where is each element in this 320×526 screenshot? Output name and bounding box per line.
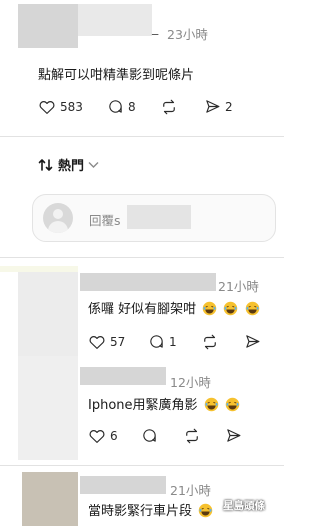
comment-icon: [143, 429, 156, 442]
repost-icon: [204, 334, 216, 350]
divider: [0, 257, 284, 258]
like-button[interactable]: 583: [38, 98, 83, 116]
share-icon: [227, 429, 241, 442]
chevron-down-icon: [88, 161, 99, 168]
divider: [0, 465, 284, 466]
avatar[interactable]: [18, 4, 78, 48]
heart-icon: [39, 101, 55, 114]
repost-icon: [163, 99, 175, 115]
username-fragment[interactable]: _: [152, 20, 158, 35]
like-button[interactable]: 6: [88, 427, 118, 445]
username-blur: [80, 476, 166, 494]
reply-box[interactable]: 回覆s: [32, 194, 276, 242]
comment-time: 21小時: [218, 279, 259, 294]
laughing-emoji-icon: [198, 503, 213, 518]
comment-text-content: 當時影緊行車片段: [88, 504, 193, 519]
comment-icon: [150, 335, 163, 348]
sort-dropdown[interactable]: 熱門: [38, 155, 99, 174]
comment-button[interactable]: 8: [107, 98, 136, 115]
username-blur: [80, 367, 166, 385]
like-button[interactable]: 57: [88, 333, 125, 351]
share-icon: [206, 100, 220, 113]
watermark: 星島頭條: [223, 500, 265, 512]
post-text: 點解可以咁精準影到呢條片: [38, 68, 195, 83]
repost-button[interactable]: [183, 427, 201, 445]
like-count: 57: [110, 335, 126, 349]
heart-icon: [89, 430, 105, 443]
share-button[interactable]: [225, 427, 242, 444]
comment-avatar[interactable]: [18, 266, 78, 356]
laughing-emoji-icon: [245, 301, 259, 316]
heart-icon: [89, 336, 105, 349]
like-count: 6: [110, 429, 118, 443]
reply-placeholder: 回覆s: [89, 213, 121, 228]
comment-count: 1: [169, 334, 177, 349]
avatar-placeholder-icon: [43, 203, 73, 233]
post-time: 23小時: [167, 27, 208, 42]
reply-name-blur: [127, 205, 191, 229]
divider: [0, 136, 284, 137]
comment-time: 21小時: [170, 483, 211, 498]
comment-text: 係囉 好似有腳架咁: [88, 298, 260, 317]
comment-text: Iphone用緊廣角影: [88, 394, 240, 413]
share-count: 2: [225, 99, 233, 114]
share-icon: [246, 335, 260, 348]
comment-text-content: Iphone用緊廣角影: [88, 398, 198, 413]
comment-avatar[interactable]: [22, 472, 78, 526]
sort-icon: [38, 158, 53, 171]
comment-time: 12小時: [170, 375, 211, 390]
comment-text-content: 係囉 好似有腳架咁: [88, 302, 197, 317]
comment-count: 8: [128, 99, 136, 114]
comment-button[interactable]: [141, 427, 158, 444]
laughing-emoji-icon: [203, 301, 217, 316]
repost-button[interactable]: [201, 333, 219, 351]
thread-line: [18, 356, 78, 460]
comment-text: 當時影緊行車片段: [88, 500, 213, 519]
comment-icon: [109, 100, 122, 113]
comment-button[interactable]: 1: [148, 333, 177, 350]
repost-icon: [186, 428, 198, 444]
sort-label: 熱門: [58, 159, 85, 174]
share-button[interactable]: 2: [204, 98, 233, 115]
thread-line: [0, 266, 78, 272]
share-button[interactable]: [244, 333, 261, 350]
username-blur: [78, 4, 152, 36]
laughing-emoji-icon: [225, 397, 240, 412]
username-blur: [80, 273, 216, 291]
repost-button[interactable]: [160, 98, 178, 116]
laughing-emoji-icon: [204, 397, 218, 412]
like-count: 583: [60, 100, 83, 114]
laughing-emoji-icon: [224, 301, 238, 316]
